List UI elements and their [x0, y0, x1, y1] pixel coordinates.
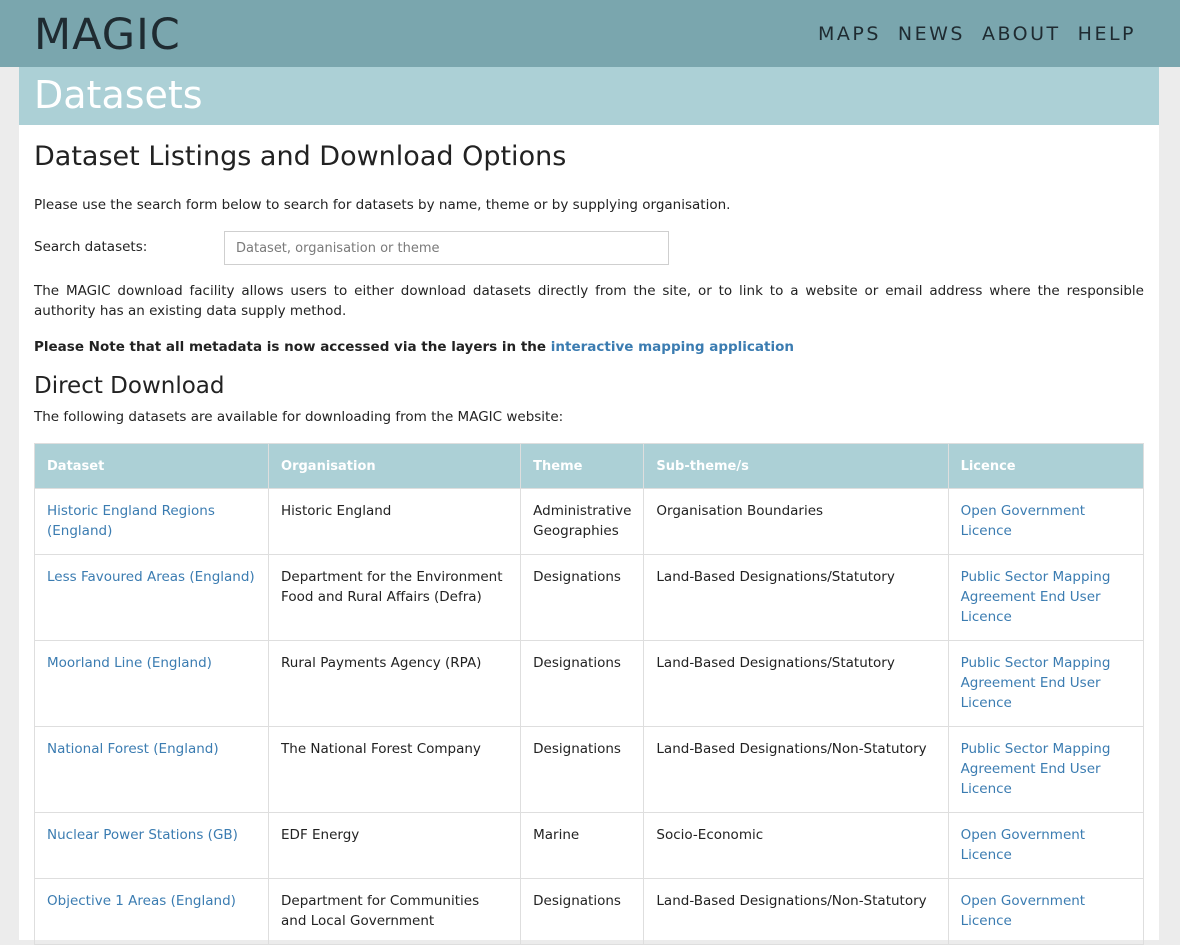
- note-text: Please Note that all metadata is now acc…: [34, 339, 547, 355]
- theme-cell: Designations: [520, 554, 645, 641]
- header-subtheme[interactable]: Sub-theme/s: [643, 443, 949, 489]
- subtheme-cell: Land-Based Designations/Statutory: [643, 554, 949, 641]
- top-navigation-bar: MAGIC MAPS NEWS ABOUT HELP: [0, 0, 1180, 67]
- dataset-cell: Moorland Line (England): [33, 640, 270, 727]
- theme-cell: Marine: [520, 812, 645, 879]
- dataset-cell: Objective 1 Areas (England): [33, 878, 270, 945]
- dataset-link[interactable]: National Forest (England): [47, 741, 219, 757]
- header-licence[interactable]: Licence: [947, 443, 1145, 489]
- licence-cell: Public Sector Mapping Agreement End User…: [947, 726, 1145, 813]
- dataset-link[interactable]: Moorland Line (England): [47, 655, 212, 671]
- organisation-cell: Historic England: [268, 488, 522, 555]
- section-description: The following datasets are available for…: [34, 409, 564, 425]
- datasets-table: Dataset Organisation Theme Sub-theme/s L…: [33, 443, 1145, 945]
- table-header-row: Dataset Organisation Theme Sub-theme/s L…: [33, 443, 1145, 489]
- subtheme-cell: Land-Based Designations/Statutory: [643, 640, 949, 727]
- licence-link[interactable]: Open Government Licence: [961, 893, 1086, 929]
- licence-cell: Open Government Licence: [947, 812, 1145, 879]
- licence-link[interactable]: Public Sector Mapping Agreement End User…: [961, 569, 1111, 625]
- licence-link[interactable]: Open Government Licence: [961, 503, 1086, 539]
- dataset-cell: Nuclear Power Stations (GB): [33, 812, 270, 879]
- licence-link[interactable]: Public Sector Mapping Agreement End User…: [961, 655, 1111, 711]
- organisation-cell: Rural Payments Agency (RPA): [268, 640, 522, 727]
- dataset-cell: Historic England Regions (England): [33, 488, 270, 555]
- page-banner: Datasets: [19, 67, 1159, 125]
- download-description: The MAGIC download facility allows users…: [34, 283, 1144, 319]
- table-row: Historic England Regions (England) Histo…: [33, 488, 1145, 555]
- subtheme-cell: Socio-Economic: [643, 812, 949, 879]
- metadata-note: Please Note that all metadata is now acc…: [34, 337, 794, 357]
- licence-cell: Open Government Licence: [947, 488, 1145, 555]
- banner-title: Datasets: [34, 73, 203, 117]
- nav-maps[interactable]: MAPS: [818, 22, 881, 46]
- subtheme-cell: Land-Based Designations/Non-Statutory: [643, 878, 949, 945]
- header-dataset[interactable]: Dataset: [33, 443, 270, 489]
- main-container: Datasets Dataset Listings and Download O…: [19, 67, 1159, 945]
- main-nav: MAPS NEWS ABOUT HELP: [818, 22, 1136, 46]
- magic-logo[interactable]: MAGIC: [34, 11, 181, 59]
- header-theme[interactable]: Theme: [520, 443, 645, 489]
- table-row: National Forest (England) The National F…: [33, 726, 1145, 813]
- header-organisation[interactable]: Organisation: [268, 443, 522, 489]
- nav-news[interactable]: NEWS: [898, 22, 965, 46]
- dataset-link[interactable]: Objective 1 Areas (England): [47, 893, 236, 909]
- organisation-cell: Department for the Environment Food and …: [268, 554, 522, 641]
- dataset-cell: Less Favoured Areas (England): [33, 554, 270, 641]
- table-row: Less Favoured Areas (England) Department…: [33, 554, 1145, 641]
- licence-cell: Public Sector Mapping Agreement End User…: [947, 554, 1145, 641]
- nav-help[interactable]: HELP: [1078, 22, 1136, 46]
- intro-text: Please use the search form below to sear…: [34, 197, 731, 213]
- organisation-cell: Department for Communities and Local Gov…: [268, 878, 522, 945]
- table-row: Nuclear Power Stations (GB) EDF Energy M…: [33, 812, 1145, 879]
- licence-cell: Open Government Licence: [947, 878, 1145, 945]
- dataset-cell: National Forest (England): [33, 726, 270, 813]
- licence-link[interactable]: Open Government Licence: [961, 827, 1086, 863]
- theme-cell: Designations: [520, 726, 645, 813]
- subtheme-cell: Organisation Boundaries: [643, 488, 949, 555]
- dataset-link[interactable]: Less Favoured Areas (England): [47, 569, 255, 585]
- table-row: Moorland Line (England) Rural Payments A…: [33, 640, 1145, 727]
- table-row: Objective 1 Areas (England) Department f…: [33, 878, 1145, 945]
- dataset-link[interactable]: Nuclear Power Stations (GB): [47, 827, 238, 843]
- nav-about[interactable]: ABOUT: [982, 22, 1061, 46]
- organisation-cell: The National Forest Company: [268, 726, 522, 813]
- search-input[interactable]: [224, 231, 669, 265]
- search-row: Search datasets:: [34, 231, 684, 265]
- licence-link[interactable]: Public Sector Mapping Agreement End User…: [961, 741, 1111, 797]
- page-title: Dataset Listings and Download Options: [34, 141, 567, 172]
- search-label: Search datasets:: [34, 239, 148, 255]
- theme-cell: Designations: [520, 640, 645, 727]
- theme-cell: Designations: [520, 878, 645, 945]
- interactive-mapping-link[interactable]: interactive mapping application: [551, 339, 794, 355]
- subtheme-cell: Land-Based Designations/Non-Statutory: [643, 726, 949, 813]
- dataset-link[interactable]: Historic England Regions (England): [47, 503, 215, 539]
- licence-cell: Public Sector Mapping Agreement End User…: [947, 640, 1145, 727]
- section-title: Direct Download: [34, 373, 225, 399]
- theme-cell: Administrative Geographies: [520, 488, 645, 555]
- organisation-cell: EDF Energy: [268, 812, 522, 879]
